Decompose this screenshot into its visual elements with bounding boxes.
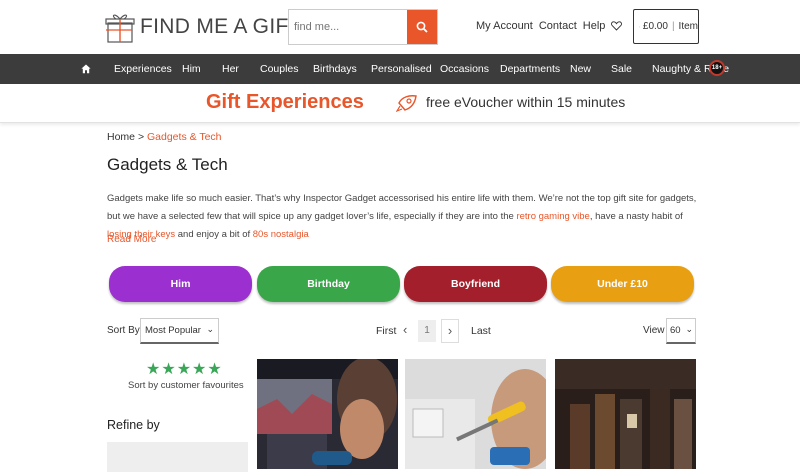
adult-18-badge: 18+	[709, 60, 725, 76]
nav-item-occasions[interactable]: Occasions	[440, 54, 489, 84]
breadcrumb-home[interactable]: Home	[107, 131, 135, 143]
contact-link[interactable]: Contact	[539, 20, 577, 32]
basket-button[interactable]: £0.00 | Item	[633, 9, 699, 44]
view-value: 60	[670, 325, 681, 336]
category-button-him[interactable]: Him	[109, 266, 252, 302]
home-icon[interactable]	[81, 64, 91, 74]
basket-divider: |	[672, 21, 675, 32]
search-button[interactable]	[407, 10, 437, 44]
my-account-link[interactable]: My Account	[476, 20, 533, 32]
search-icon	[416, 21, 428, 33]
header-links: My Account Contact Help	[476, 20, 622, 32]
logo-text: FIND ME A GIFT	[140, 15, 302, 39]
sort-by-favourites-caption[interactable]: Sort by customer favourites	[128, 380, 244, 391]
category-button-boyfriend[interactable]: Boyfriend	[404, 266, 547, 302]
refine-by-heading: Refine by	[107, 418, 160, 432]
nav-item-birthdays[interactable]: Birthdays	[313, 54, 357, 84]
rocket-icon	[396, 93, 418, 113]
breadcrumb-current[interactable]: Gadgets & Tech	[147, 131, 222, 143]
chevron-left-icon[interactable]: ‹	[403, 322, 407, 337]
heart-icon[interactable]	[611, 21, 622, 31]
view-count-dropdown[interactable]: 60 ⌄	[666, 318, 696, 344]
nav-item-him[interactable]: Him	[182, 54, 201, 84]
nav-item-her[interactable]: Her	[222, 54, 239, 84]
sort-value: Most Popular	[145, 325, 201, 336]
breadcrumb-separator: >	[138, 131, 144, 143]
view-label: View	[643, 325, 665, 336]
page-title: Gadgets & Tech	[107, 155, 228, 175]
retro-gaming-link[interactable]: retro gaming vibe	[516, 211, 589, 222]
product-image-tool[interactable]	[405, 359, 546, 469]
refine-filter-panel[interactable]	[107, 442, 248, 472]
promo-banner[interactable]: Gift Experiences free eVoucher within 15…	[0, 84, 800, 123]
basket-icon	[639, 22, 640, 32]
promo-subtitle: free eVoucher within 15 minutes	[426, 94, 625, 110]
main-nav: Experiences Him Her Couples Birthdays Pe…	[0, 54, 800, 84]
rating-stars[interactable]: ★★★★★	[146, 359, 223, 379]
breadcrumb: Home > Gadgets & Tech	[107, 131, 222, 143]
80s-nostalgia-link[interactable]: 80s nostalgia	[253, 229, 309, 240]
site-logo[interactable]: FIND ME A GIFT	[102, 10, 302, 44]
chevron-down-icon: ⌄	[685, 324, 693, 335]
nav-item-departments[interactable]: Departments	[500, 54, 560, 84]
category-description: Gadgets make life so much easier. That’s…	[107, 190, 697, 244]
nav-item-couples[interactable]: Couples	[260, 54, 299, 84]
sort-dropdown[interactable]: Most Popular ⌄	[140, 318, 219, 344]
nav-item-new[interactable]: New	[570, 54, 591, 84]
category-button-birthday[interactable]: Birthday	[257, 266, 400, 302]
category-button-under-10[interactable]: Under £10	[551, 266, 694, 302]
pager-first[interactable]: First	[376, 325, 396, 337]
promo-title: Gift Experiences	[206, 91, 364, 114]
desc-text-2: , have a nasty habit of	[590, 211, 683, 222]
desc-text-3: and enjoy a bit of	[175, 229, 253, 240]
pager-last[interactable]: Last	[471, 325, 491, 337]
read-more-link[interactable]: Read More	[107, 234, 156, 245]
site-header: FIND ME A GIFT My Account Contact Help £…	[0, 0, 800, 54]
gift-box-icon	[102, 10, 136, 44]
sort-label: Sort By	[107, 325, 140, 336]
nav-item-personalised[interactable]: Personalised	[371, 54, 432, 84]
chevron-down-icon: ⌄	[206, 324, 214, 335]
basket-total: £0.00	[643, 21, 668, 32]
nav-item-sale[interactable]: Sale	[611, 54, 632, 84]
search-bar	[288, 9, 438, 45]
chevron-right-icon[interactable]: ›	[441, 319, 459, 343]
product-image-gaming[interactable]	[257, 359, 398, 469]
nav-item-experiences[interactable]: Experiences	[114, 54, 172, 84]
pager-current-page[interactable]: 1	[418, 320, 436, 342]
basket-count: Item	[679, 21, 698, 32]
help-link[interactable]: Help	[583, 20, 606, 32]
search-input[interactable]	[289, 10, 407, 44]
product-image-bottles[interactable]	[555, 359, 696, 469]
